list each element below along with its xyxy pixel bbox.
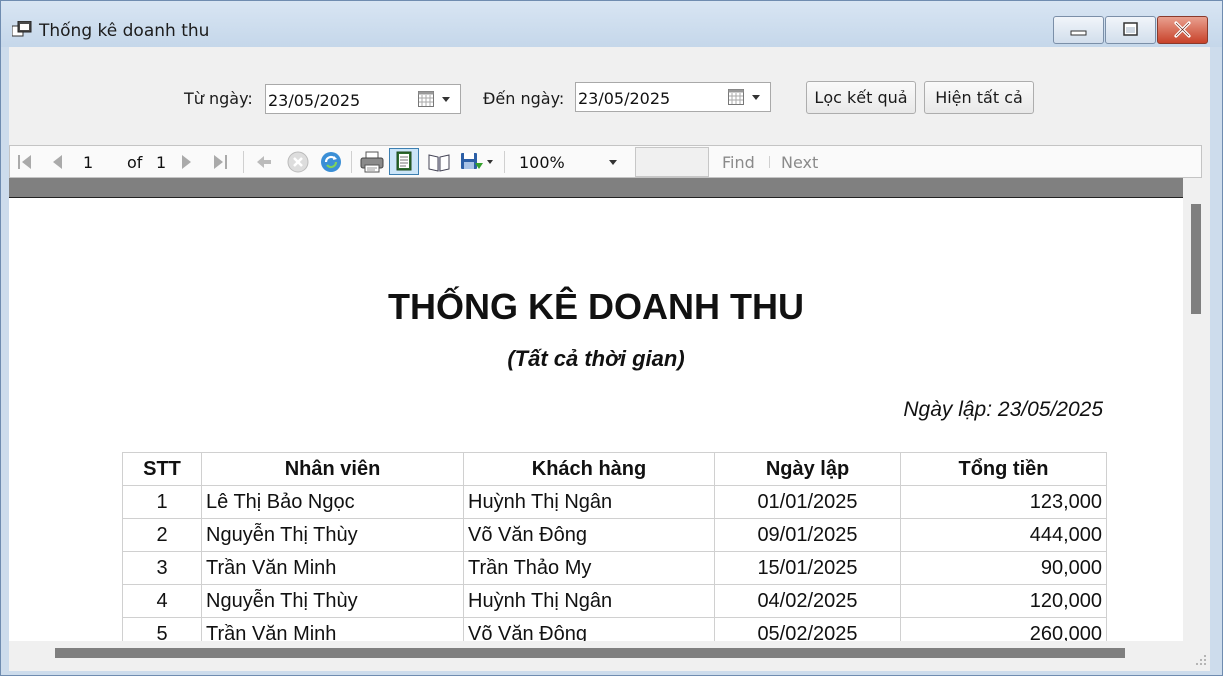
cell-customer: Võ Văn Đông: [463, 518, 715, 552]
cell-stt: 2: [122, 518, 202, 552]
print-icon[interactable]: [359, 150, 385, 174]
minimize-icon: [1070, 30, 1087, 36]
column-header-employee: Nhân viên: [201, 452, 464, 486]
vertical-scroll-thumb[interactable]: [1191, 204, 1201, 314]
cell-total: 120,000: [900, 584, 1107, 618]
maximize-icon: [1123, 22, 1138, 36]
cell-total: 123,000: [900, 485, 1107, 519]
horizontal-scroll-thumb[interactable]: [55, 648, 1125, 658]
revenue-table: STT Nhân viên Khách hàng Ngày lập Tổng t…: [122, 452, 1107, 642]
column-header-date: Ngày lập: [714, 452, 901, 486]
table-row: 3 Trần Văn Minh Trần Thảo My 15/01/2025 …: [122, 551, 1107, 585]
find-button[interactable]: Find: [722, 153, 755, 172]
cell-date: 15/01/2025: [714, 551, 901, 585]
cell-date: 01/01/2025: [714, 485, 901, 519]
cell-customer: Trần Thảo My: [463, 551, 715, 585]
stop-icon[interactable]: [286, 150, 310, 174]
toolbar-separator: [769, 156, 770, 168]
report-page-border: [9, 178, 1183, 197]
page-setup-icon[interactable]: [426, 150, 452, 174]
cell-stt: 4: [122, 584, 202, 618]
app-window: Thống kê doanh thu Từ ngày: 23/05/2025 Đ…: [0, 0, 1223, 676]
from-date-picker[interactable]: 23/05/2025: [265, 84, 461, 114]
current-page-input[interactable]: 1: [83, 153, 93, 172]
report-subtitle: (Tất cả thời gian): [507, 346, 685, 371]
to-date-label: Đến ngày:: [483, 89, 565, 108]
print-layout-icon: [396, 151, 412, 171]
cell-employee: Trần Văn Minh: [201, 617, 464, 642]
close-icon: [1174, 21, 1191, 38]
previous-page-icon[interactable]: [48, 150, 68, 174]
chevron-down-icon: [752, 95, 760, 100]
window-title: Thống kê doanh thu: [39, 21, 210, 41]
app-window-icon: [12, 21, 32, 37]
cell-customer: Huỳnh Thị Ngân: [463, 485, 715, 519]
form-content: Từ ngày: 23/05/2025 Đến ngày: 23/05/2025…: [9, 47, 1210, 671]
cell-employee: Nguyễn Thị Thùy: [201, 518, 464, 552]
refresh-icon[interactable]: [319, 150, 343, 174]
find-input[interactable]: [635, 147, 709, 177]
table-row: 1 Lê Thị Bảo Ngọc Huỳnh Thị Ngân 01/01/2…: [122, 485, 1107, 519]
print-layout-button[interactable]: [389, 148, 419, 175]
calendar-icon: [728, 89, 744, 105]
toolbar-separator: [504, 151, 505, 173]
table-row: 2 Nguyễn Thị Thùy Võ Văn Đông 09/01/2025…: [122, 518, 1107, 552]
cell-stt: 1: [122, 485, 202, 519]
minimize-button[interactable]: [1053, 16, 1104, 44]
cell-date: 04/02/2025: [714, 584, 901, 618]
from-date-value: 23/05/2025: [268, 91, 361, 110]
chevron-down-icon: [609, 160, 617, 165]
table-row: 4 Nguyễn Thị Thùy Huỳnh Thị Ngân 04/02/2…: [122, 584, 1107, 618]
zoom-value: 100%: [519, 153, 565, 172]
table-header-row: STT Nhân viên Khách hàng Ngày lập Tổng t…: [122, 452, 1107, 486]
table-row: 5 Trần Văn Minh Võ Văn Đông 05/02/2025 2…: [122, 617, 1107, 642]
column-header-stt: STT: [122, 452, 202, 486]
title-bar[interactable]: Thống kê doanh thu: [1, 1, 1222, 47]
zoom-select[interactable]: 100%: [513, 150, 623, 174]
toolbar-separator: [243, 151, 244, 173]
next-page-icon[interactable]: [176, 150, 196, 174]
cell-customer: Võ Văn Đông: [463, 617, 715, 642]
export-icon[interactable]: [459, 150, 495, 174]
column-header-customer: Khách hàng: [463, 452, 715, 486]
cell-customer: Huỳnh Thị Ngân: [463, 584, 715, 618]
horizontal-scrollbar[interactable]: [9, 641, 1183, 660]
cell-employee: Lê Thị Bảo Ngọc: [201, 485, 464, 519]
cell-date: 05/02/2025: [714, 617, 901, 642]
cell-total: 90,000: [900, 551, 1107, 585]
close-button[interactable]: [1157, 16, 1208, 44]
cell-employee: Trần Văn Minh: [201, 551, 464, 585]
cell-stt: 5: [122, 617, 202, 642]
column-header-total: Tổng tiền: [900, 452, 1107, 486]
back-icon[interactable]: [253, 150, 275, 174]
report-page: THỐNG KÊ DOANH THU (Tất cả thời gian) Ng…: [9, 197, 1183, 642]
first-page-icon[interactable]: [15, 150, 35, 174]
to-date-value: 23/05/2025: [578, 89, 671, 108]
cell-total: 260,000: [900, 617, 1107, 642]
cell-total: 444,000: [900, 518, 1107, 552]
cell-date: 09/01/2025: [714, 518, 901, 552]
toolbar-separator: [351, 151, 352, 173]
calendar-icon: [418, 91, 434, 107]
next-button[interactable]: Next: [781, 153, 818, 172]
from-date-label: Từ ngày:: [184, 89, 253, 108]
cell-employee: Nguyễn Thị Thùy: [201, 584, 464, 618]
page-of-label: of: [127, 153, 143, 172]
vertical-scrollbar[interactable]: [1183, 178, 1202, 641]
report-toolbar: 1 of 1 100% Find Next: [9, 145, 1202, 178]
last-page-icon[interactable]: [210, 150, 230, 174]
chevron-down-icon: [442, 97, 450, 102]
filter-results-button[interactable]: Lọc kết quả: [806, 81, 916, 114]
report-title: THỐNG KÊ DOANH THU: [388, 286, 804, 327]
resize-grip-icon[interactable]: [1192, 651, 1208, 667]
show-all-button[interactable]: Hiện tất cả: [924, 81, 1034, 114]
to-date-picker[interactable]: 23/05/2025: [575, 82, 771, 112]
maximize-button[interactable]: [1105, 16, 1156, 44]
total-pages-label: 1: [156, 153, 167, 172]
report-created-date: Ngày lập: 23/05/2025: [903, 398, 1103, 421]
cell-stt: 3: [122, 551, 202, 585]
